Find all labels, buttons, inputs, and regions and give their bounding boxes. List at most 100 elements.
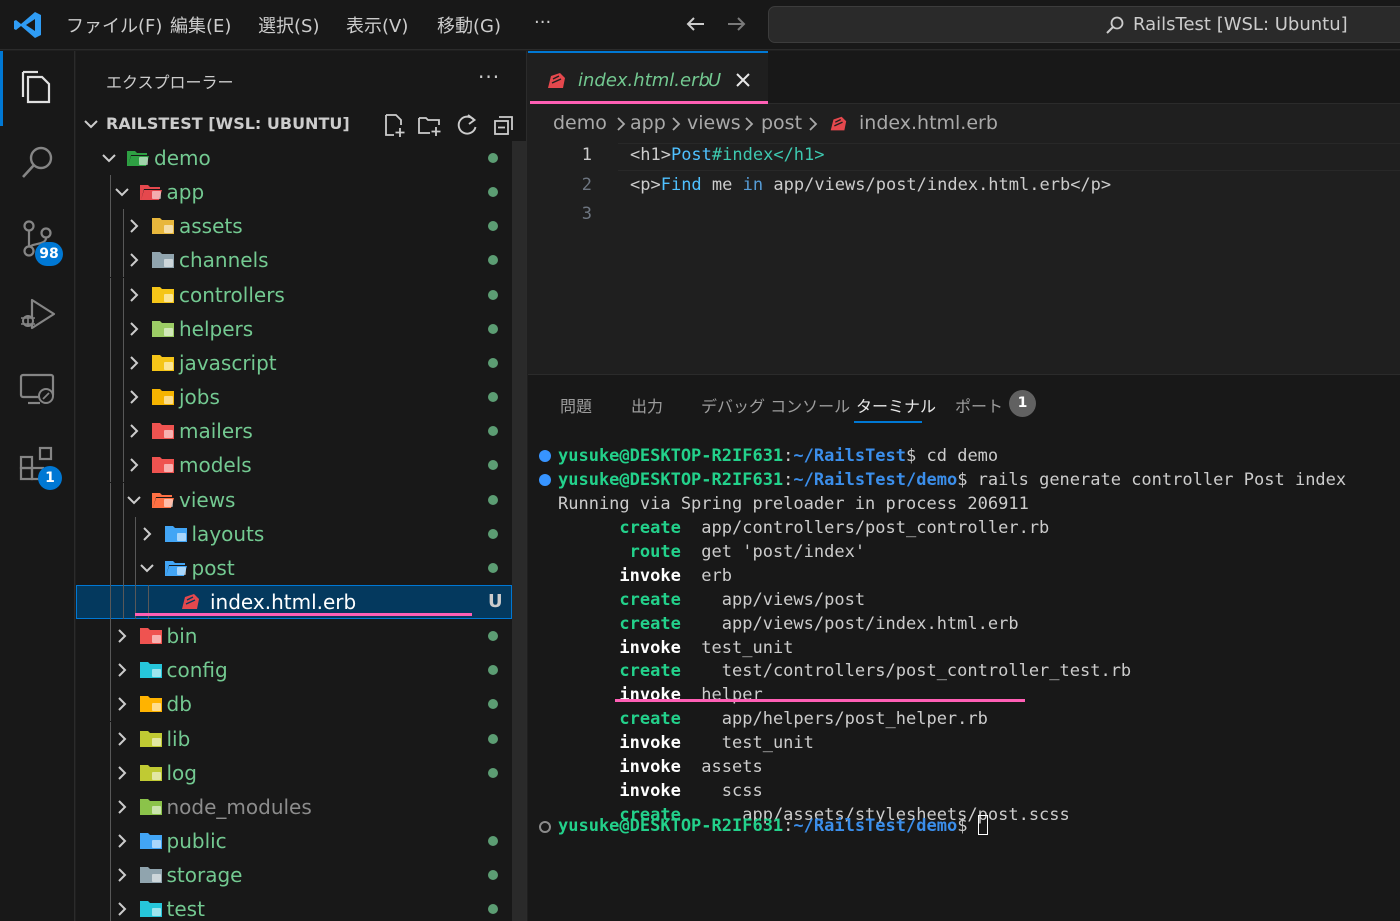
erb-file-icon: [830, 116, 847, 131]
tree-item-label: assets: [179, 214, 243, 239]
tree-item-lib[interactable]: lib: [76, 721, 512, 756]
tree-item-log[interactable]: log: [76, 755, 512, 790]
tree-item-config[interactable]: config: [76, 653, 512, 688]
git-status-dot: [488, 187, 498, 198]
chevron-down-icon: [84, 120, 98, 129]
terminal-line: create app/views/post/index.html.erb: [558, 612, 1018, 636]
code-editor[interactable]: 1 <h1>Post#index</h1> 2 <p>Find me in ap…: [528, 143, 1400, 373]
breadcrumb-post[interactable]: post: [761, 112, 802, 134]
tab-problems[interactable]: 問題: [560, 393, 592, 417]
folder-config-icon: [139, 662, 162, 679]
tree-item-post[interactable]: post: [76, 550, 512, 585]
tree-item-label: public: [166, 829, 227, 853]
terminal-line: invoke test_unit: [558, 636, 793, 660]
breadcrumb-demo[interactable]: demo: [553, 112, 607, 134]
vscode-logo-icon: [14, 12, 41, 38]
tree-item-app[interactable]: app: [76, 175, 512, 210]
tree-item-public[interactable]: public: [76, 824, 512, 858]
generator-verb: invoke: [558, 565, 681, 586]
tree-item-index-html-erb[interactable]: index.html.erb U: [76, 584, 512, 619]
menu-file[interactable]: ファイル(F): [66, 12, 162, 38]
new-folder-icon[interactable]: [417, 112, 443, 138]
indent-guide: [122, 584, 124, 619]
generator-verb: invoke: [558, 780, 681, 801]
tree-item-node-modules[interactable]: node_modules: [76, 789, 512, 824]
generator-path: erb: [680, 565, 733, 586]
generator-verb: invoke: [558, 733, 681, 754]
git-status-dot: [488, 357, 498, 368]
chevron-down-icon: [114, 188, 129, 197]
sidebar-title: エクスプローラー: [106, 73, 234, 92]
terminal-cursor: [977, 815, 988, 835]
tab-index-html-erb[interactable]: index.html.erb U: [528, 51, 768, 104]
arrow-right-icon[interactable]: [722, 10, 750, 38]
activity-extensions[interactable]: 1: [0, 426, 75, 501]
command-center[interactable]: RailsTest [WSL: Ubuntu]: [768, 6, 1400, 43]
chevron-right-icon: [745, 117, 754, 131]
collapse-all-icon[interactable]: [491, 112, 517, 138]
folder-jobs-icon: [152, 389, 174, 406]
tree-item-bin[interactable]: bin: [76, 619, 512, 654]
chevron-right-icon: [117, 697, 126, 712]
indent-guide: [122, 243, 124, 278]
activity-remote-explorer[interactable]: [0, 351, 75, 426]
more-actions-button[interactable]: ···: [478, 65, 500, 89]
breadcrumb-views[interactable]: views: [687, 112, 741, 134]
tab-ports[interactable]: ポート: [955, 393, 1003, 417]
close-icon[interactable]: [734, 71, 752, 89]
generator-path: app/helpers/post_helper.rb: [680, 709, 988, 730]
tree-item-layouts[interactable]: layouts: [76, 516, 512, 551]
chevron-right-icon: [130, 424, 139, 438]
folder-public-icon: [139, 833, 162, 849]
menu-edit[interactable]: 編集(E): [170, 12, 231, 38]
chevron-right-icon: [617, 117, 626, 131]
indent-guide: [110, 277, 111, 312]
folder-demo-icon: [127, 151, 149, 166]
chevron-right-icon: [117, 663, 126, 677]
chevron-right-icon: [117, 800, 126, 814]
tree-item-storage[interactable]: storage: [76, 858, 512, 893]
menu-more[interactable]: ···: [534, 12, 551, 33]
tree-item-helpers[interactable]: helpers: [76, 311, 512, 346]
tree-item-models[interactable]: models: [76, 448, 512, 483]
activity-source-control[interactable]: 98: [0, 201, 75, 276]
menu-selection[interactable]: 選択(S): [258, 12, 319, 38]
terminal[interactable]: yusuke@DESKTOP-R2IF631:~/RailsTest$ cd d…: [528, 443, 1400, 913]
prompt-user: yusuke@DESKTOP-R2IF631: [558, 470, 784, 490]
chevron-right-icon: [117, 629, 126, 643]
tree-item-views[interactable]: views: [76, 482, 512, 517]
indent-guide: [110, 175, 111, 210]
folder-mailers-icon: [152, 423, 174, 440]
refresh-icon[interactable]: [454, 112, 480, 138]
code-token: Post: [670, 145, 712, 165]
prompt-dollar: $: [957, 816, 968, 836]
activity-search[interactable]: [0, 126, 75, 201]
code-token: #index: [711, 145, 774, 165]
tree-item-channels[interactable]: channels: [76, 243, 512, 278]
tab-terminal[interactable]: ターミナル: [856, 393, 936, 417]
tree-item-assets[interactable]: assets: [76, 209, 512, 244]
scrollbar[interactable]: [512, 141, 526, 921]
tree-item-db[interactable]: db: [76, 687, 512, 722]
breadcrumb-file[interactable]: index.html.erb: [859, 112, 998, 134]
generator-verb: create: [558, 518, 681, 538]
menu-view[interactable]: 表示(V): [346, 12, 408, 38]
workspace-header[interactable]: RAILSTEST [WSL: UBUNTU]: [76, 107, 526, 141]
menu-go[interactable]: 移動(G): [437, 12, 501, 38]
indent-guide: [110, 619, 111, 654]
tree-item-jobs[interactable]: jobs: [76, 380, 512, 415]
chevron-down-icon: [139, 564, 154, 573]
tree-item-javascript[interactable]: javascript: [76, 345, 512, 380]
tab-output[interactable]: 出力: [631, 393, 663, 417]
git-status-dot: [488, 562, 498, 573]
tree-item-mailers[interactable]: mailers: [76, 414, 512, 449]
activity-run-debug[interactable]: [0, 276, 75, 351]
activity-explorer[interactable]: [0, 51, 75, 126]
new-file-icon[interactable]: [381, 112, 407, 138]
arrow-left-icon[interactable]: [682, 10, 710, 38]
tree-item-demo[interactable]: demo: [76, 141, 512, 175]
tree-item-test[interactable]: test: [76, 892, 512, 921]
tree-item-controllers[interactable]: controllers: [76, 277, 512, 312]
tab-debug-console[interactable]: デバッグ コンソール: [701, 393, 850, 417]
breadcrumb-app[interactable]: app: [630, 112, 666, 134]
